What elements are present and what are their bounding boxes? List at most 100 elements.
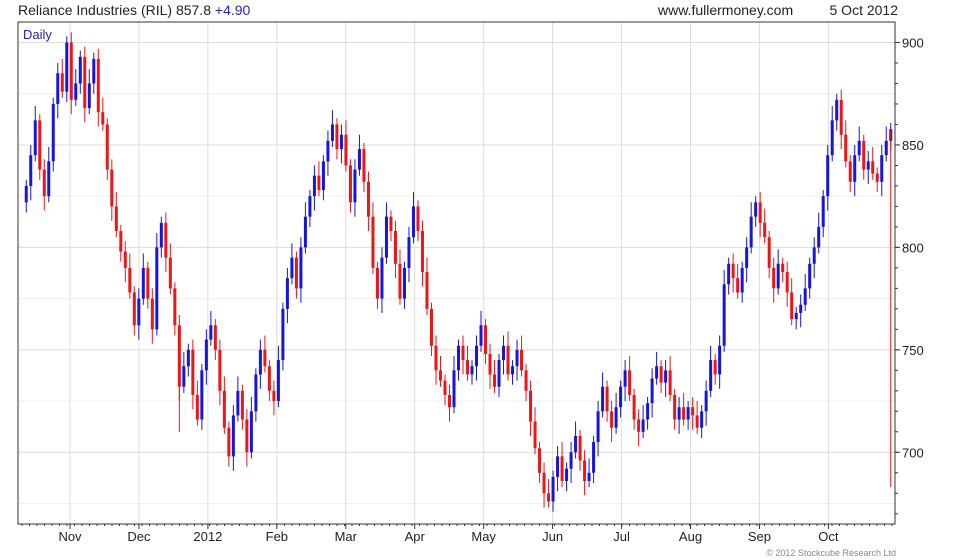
candle-body [69, 42, 73, 100]
candle-body [682, 407, 686, 420]
candle-body [700, 411, 704, 428]
candle-body [875, 173, 879, 182]
candle-body [74, 83, 78, 100]
candle-body [547, 493, 551, 502]
candle-body [92, 58, 96, 84]
candle-body [790, 292, 794, 320]
candle-body [704, 390, 708, 412]
candle-body [150, 298, 154, 330]
candle-body [691, 407, 695, 416]
candle-body [389, 216, 393, 231]
candle-body [835, 99, 839, 121]
x-tick-label: Sep [748, 529, 771, 544]
candle-body [632, 394, 636, 420]
candle-body [565, 468, 569, 481]
candle-body [479, 325, 483, 346]
x-tick-label: Jul [613, 529, 630, 544]
candle-body [204, 339, 208, 371]
candle-body [344, 134, 348, 166]
candle-body [673, 394, 677, 420]
candle-body [227, 427, 231, 457]
candle-body [168, 257, 172, 289]
candle-body [493, 374, 497, 387]
candle-body [488, 353, 492, 375]
candle-body [466, 360, 470, 375]
candle-body [628, 370, 632, 395]
candle-body [146, 267, 150, 299]
x-tick-label: Oct [818, 529, 839, 544]
candle-body [538, 448, 542, 473]
candle-body [254, 374, 258, 412]
candle-body [785, 271, 789, 293]
y-tick-label: 850 [902, 138, 924, 153]
candle-body [844, 134, 848, 162]
x-tick-label: Aug [679, 529, 702, 544]
candle-body [317, 175, 321, 191]
candle-body [200, 370, 204, 420]
candle-body [128, 267, 132, 293]
candle-body [420, 230, 424, 272]
candle-body [213, 325, 217, 350]
candle-body [758, 202, 762, 223]
candle-body [258, 349, 262, 375]
candle-body [745, 247, 749, 268]
candle-body [380, 257, 384, 299]
candle-body [110, 169, 114, 207]
candle-body [335, 124, 339, 150]
candle-body [668, 370, 672, 395]
x-tick-label: Mar [335, 529, 358, 544]
y-tick-label: 750 [902, 343, 924, 358]
gridlines [18, 22, 895, 524]
candle-body [231, 415, 235, 457]
candle-body [754, 202, 758, 217]
plot-frame [17, 21, 896, 525]
candle-body [475, 345, 479, 367]
candle-body [830, 120, 834, 156]
candle-body [583, 460, 587, 481]
candle-body [556, 456, 560, 477]
candle-body [434, 345, 438, 371]
candle-body [164, 222, 168, 258]
candle-body [290, 257, 294, 279]
candle-body [87, 83, 91, 109]
candle-body [263, 349, 267, 367]
candle-body [186, 349, 190, 367]
candle-body [173, 288, 177, 326]
candle-body [461, 345, 465, 361]
candle-body [276, 360, 280, 402]
candle-body [411, 206, 415, 238]
candle-body [96, 58, 100, 113]
candle-body [452, 370, 456, 408]
candle-body [619, 386, 623, 408]
candle-body [191, 349, 195, 395]
candle-body [240, 390, 244, 420]
candle-body [209, 325, 213, 340]
candle-body [398, 263, 402, 299]
candle-body [808, 263, 812, 289]
candle-body [353, 169, 357, 203]
candle-body [587, 472, 591, 481]
candle-body [249, 411, 253, 453]
candle-body [839, 99, 843, 135]
candle-body [51, 103, 55, 162]
candle-body [623, 370, 627, 387]
candle-body [740, 267, 744, 293]
candle-body [105, 124, 109, 170]
candle-body [749, 216, 753, 248]
candle-body [772, 267, 776, 289]
candle-body [713, 360, 717, 375]
candle-body [438, 370, 442, 381]
candle-body [506, 345, 510, 375]
candle-body [880, 155, 884, 182]
y-axis: 700 750 800 850 900 [895, 35, 924, 515]
candle-body [24, 185, 28, 203]
candle-body [776, 263, 780, 289]
candle-body [42, 169, 46, 197]
candle-body [443, 380, 447, 395]
candle-body [569, 452, 573, 469]
candle-body [722, 284, 726, 346]
candle-body [871, 161, 875, 174]
candle-body [65, 42, 69, 92]
candle-body [794, 312, 798, 320]
candle-body [655, 366, 659, 379]
